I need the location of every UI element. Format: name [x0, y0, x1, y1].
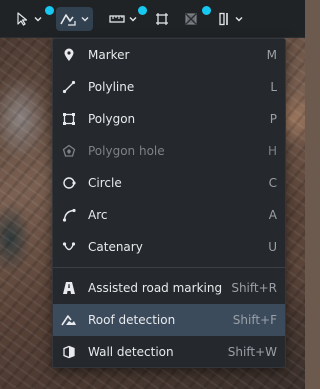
menu-item-roof-detection[interactable]: Roof detection Shift+F [53, 304, 285, 336]
clip-tool-button[interactable] [181, 7, 201, 31]
arc-icon [61, 207, 77, 223]
menu-item-label: Polygon hole [88, 144, 165, 158]
menu-item-shortcut: U [268, 240, 277, 254]
menu-item-polygon[interactable]: Polygon P [53, 103, 285, 135]
section-split-icon [219, 12, 228, 26]
menu-item-shortcut: Shift+W [227, 345, 277, 359]
ruler-icon [109, 15, 125, 23]
road-marking-icon [61, 280, 77, 296]
draw-shapes-icon [60, 14, 76, 26]
menu-item-label: Marker [88, 48, 130, 62]
circle-icon [61, 175, 77, 191]
menu-item-polyline[interactable]: Polyline L [53, 71, 285, 103]
menu-item-shortcut: C [268, 176, 277, 190]
polygon-hole-icon [61, 143, 77, 159]
menu-item-wall-detection[interactable]: Wall detection Shift+W [53, 336, 285, 368]
menu-item-circle[interactable]: Circle C [53, 167, 285, 199]
toolbar [0, 0, 305, 38]
polygon-icon [61, 111, 77, 127]
crossed-square-icon [185, 13, 197, 25]
catenary-icon [61, 239, 77, 255]
menu-item-assisted-road-marking[interactable]: Assisted road marking Shift+R [53, 272, 285, 304]
menu-item-label: Polyline [88, 80, 135, 94]
menu-item-label: Polygon [88, 112, 136, 126]
menu-item-shortcut: A [268, 208, 277, 222]
menu-item-label: Circle [88, 176, 122, 190]
menu-item-label: Catenary [88, 240, 143, 254]
chevron-down-icon [129, 17, 137, 22]
measure-tool-button[interactable] [106, 7, 141, 31]
menu-item-polygon-hole: Polygon hole H [53, 135, 285, 167]
select-tool-button[interactable] [13, 7, 46, 31]
measure-tool-badge [138, 6, 147, 15]
menu-item-label: Assisted road marking [88, 281, 223, 295]
menu-item-shortcut: M [266, 48, 277, 62]
chevron-down-icon [81, 17, 89, 22]
cursor-arrow-icon [17, 12, 28, 26]
menu-item-shortcut: Shift+R [231, 281, 277, 295]
menu-item-arc[interactable]: Arc A [53, 199, 285, 231]
draw-tool-dropdown-menu: Marker M Polyline L Polygon P Polygon ho… [52, 38, 286, 368]
chevron-down-icon [235, 17, 243, 22]
menu-item-marker[interactable]: Marker M [53, 39, 285, 71]
menu-item-shortcut: H [267, 144, 277, 158]
menu-item-label: Roof detection [88, 313, 176, 327]
menu-item-label: Arc [88, 208, 108, 222]
wall-detection-icon [61, 344, 77, 360]
marker-pin-icon [61, 47, 77, 63]
draw-tool-button[interactable] [56, 7, 93, 31]
polyline-icon [61, 79, 77, 95]
menu-item-shortcut: P [269, 112, 277, 126]
menu-item-shortcut: L [270, 80, 277, 94]
menu-item-catenary[interactable]: Catenary U [53, 231, 285, 263]
section-tool-button[interactable] [214, 7, 247, 31]
menu-item-shortcut: Shift+F [232, 313, 277, 327]
menu-item-label: Wall detection [88, 345, 174, 359]
clip-tool-badge [202, 6, 211, 15]
menu-divider [53, 267, 285, 268]
select-tool-badge [45, 6, 54, 15]
chevron-down-icon [34, 17, 42, 22]
frame-tool-button[interactable] [152, 7, 172, 31]
frame-corners-icon [156, 13, 168, 25]
roof-detection-icon [61, 312, 77, 328]
